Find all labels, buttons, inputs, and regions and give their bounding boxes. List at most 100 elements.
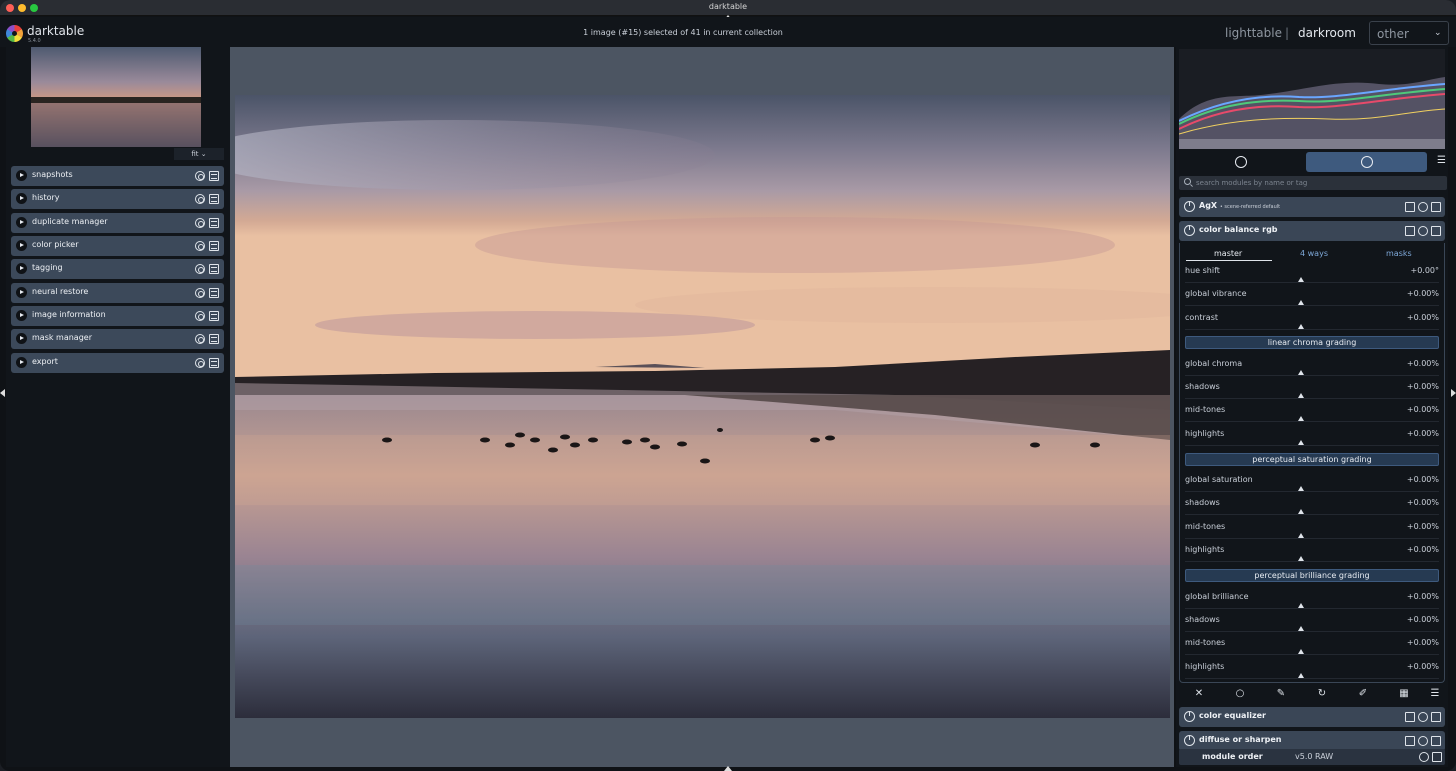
reset-icon[interactable]	[195, 171, 205, 181]
power-icon[interactable]	[1184, 225, 1195, 236]
reset-icon[interactable]	[195, 288, 205, 298]
multi-instance-icon[interactable]	[1405, 736, 1415, 746]
slider-global-brilliance[interactable]: global brilliance +0.00%	[1185, 590, 1439, 613]
slider-global-vibrance[interactable]: global vibrance +0.00%	[1185, 287, 1439, 310]
reset-icon[interactable]	[1418, 736, 1428, 746]
slider-saturation-midtones[interactable]: mid-tones +0.00%	[1185, 520, 1439, 543]
view-lighttable[interactable]: lighttable	[1225, 26, 1282, 40]
reset-icon[interactable]	[195, 218, 205, 228]
module-agx[interactable]: AgX • scene-referred default	[1179, 197, 1445, 217]
parametric-mask-icon[interactable]: ↻	[1316, 688, 1328, 700]
slider-brilliance-highlights[interactable]: highlights +0.00%	[1185, 660, 1439, 683]
slider-global-chroma[interactable]: global chroma +0.00%	[1185, 357, 1439, 380]
presets-icon[interactable]	[1431, 736, 1441, 746]
module-history[interactable]: history	[11, 189, 224, 209]
zoom-fit-dropdown[interactable]: fit ⌄	[174, 148, 224, 160]
tab-4-ways[interactable]: 4 ways	[1300, 249, 1328, 258]
raster-mask-icon[interactable]: ▦	[1398, 688, 1410, 700]
presets-icon[interactable]	[209, 334, 219, 344]
navigation-thumbnail[interactable]	[31, 47, 201, 147]
menu-icon[interactable]: ☰	[1437, 155, 1446, 166]
module-color-balance-rgb[interactable]: color balance rgb	[1179, 221, 1445, 241]
slider-marker[interactable]	[1298, 603, 1304, 608]
slider-brilliance-midtones[interactable]: mid-tones +0.00%	[1185, 636, 1439, 659]
search-input[interactable]	[1196, 176, 1436, 190]
module-neural-restore[interactable]: neural restore	[11, 283, 224, 303]
slider-marker[interactable]	[1298, 277, 1304, 282]
collapse-right-panel-arrow[interactable]	[1451, 389, 1456, 397]
reset-icon[interactable]	[195, 241, 205, 251]
power-icon[interactable]	[1184, 735, 1195, 746]
power-icon[interactable]	[1235, 156, 1247, 168]
presets-icon[interactable]	[209, 288, 219, 298]
presets-icon[interactable]	[209, 171, 219, 181]
tab-master[interactable]: master	[1214, 249, 1242, 258]
slider-marker[interactable]	[1298, 370, 1304, 375]
slider-marker[interactable]	[1298, 626, 1304, 631]
multi-instance-icon[interactable]	[1405, 226, 1415, 236]
histogram[interactable]	[1179, 49, 1445, 149]
section-perceptual-brilliance[interactable]: perceptual brilliance grading	[1185, 569, 1439, 582]
module-snapshots[interactable]: snapshots	[11, 166, 224, 186]
presets-icon[interactable]	[1432, 752, 1442, 762]
slider-marker[interactable]	[1298, 556, 1304, 561]
reset-icon[interactable]	[1418, 202, 1428, 212]
module-duplicate-manager[interactable]: duplicate manager	[11, 213, 224, 233]
slider-marker[interactable]	[1298, 509, 1304, 514]
tab-masks[interactable]: masks	[1386, 249, 1412, 258]
slider-marker[interactable]	[1298, 440, 1304, 445]
slider-chroma-shadows[interactable]: shadows +0.00%	[1185, 380, 1439, 403]
reset-icon[interactable]	[195, 334, 205, 344]
uniform-mask-icon[interactable]: ○	[1234, 688, 1246, 700]
section-linear-chroma[interactable]: linear chroma grading	[1185, 336, 1439, 349]
slider-marker[interactable]	[1298, 300, 1304, 305]
slider-brilliance-shadows[interactable]: shadows +0.00%	[1185, 613, 1439, 636]
power-icon[interactable]	[1184, 711, 1195, 722]
presets-icon[interactable]	[209, 358, 219, 368]
mask-off-icon[interactable]: ✕	[1193, 688, 1205, 700]
slider-hue-shift[interactable]: hue shift +0.00°	[1185, 264, 1439, 287]
slider-contrast[interactable]: contrast +0.00%	[1185, 311, 1439, 334]
slider-saturation-shadows[interactable]: shadows +0.00%	[1185, 496, 1439, 519]
presets-icon[interactable]	[209, 264, 219, 274]
reset-icon[interactable]	[195, 311, 205, 321]
reset-icon[interactable]	[1418, 712, 1428, 722]
section-perceptual-saturation[interactable]: perceptual saturation grading	[1185, 453, 1439, 466]
presets-icon[interactable]	[209, 241, 219, 251]
slider-marker[interactable]	[1298, 673, 1304, 678]
slider-saturation-highlights[interactable]: highlights +0.00%	[1185, 543, 1439, 566]
module-diffuse-sharpen[interactable]: diffuse or sharpen	[1179, 731, 1445, 751]
power-icon[interactable]	[1184, 201, 1195, 212]
module-tagging[interactable]: tagging	[11, 259, 224, 279]
multi-instance-icon[interactable]	[1405, 202, 1415, 212]
slider-chroma-highlights[interactable]: highlights +0.00%	[1185, 427, 1439, 450]
presets-icon[interactable]	[209, 194, 219, 204]
presets-icon[interactable]	[1431, 712, 1441, 722]
slider-global-saturation[interactable]: global saturation +0.00%	[1185, 473, 1439, 496]
reset-icon[interactable]	[1419, 752, 1429, 762]
module-order-bar[interactable]: module order v5.0 RAW	[1179, 749, 1445, 765]
module-color-picker[interactable]: color picker	[11, 236, 224, 256]
presets-icon[interactable]	[209, 311, 219, 321]
slider-marker[interactable]	[1298, 393, 1304, 398]
reset-icon[interactable]	[195, 264, 205, 274]
multi-instance-icon[interactable]	[1405, 712, 1415, 722]
module-mask-manager[interactable]: mask manager	[11, 329, 224, 349]
presets-icon[interactable]	[1431, 226, 1441, 236]
presets-icon[interactable]	[1431, 202, 1441, 212]
main-photo[interactable]	[235, 95, 1170, 718]
module-export[interactable]: export	[11, 353, 224, 373]
collapse-left-panel-arrow[interactable]	[0, 389, 5, 397]
reset-icon[interactable]	[195, 194, 205, 204]
slider-marker[interactable]	[1298, 486, 1304, 491]
slider-marker[interactable]	[1298, 533, 1304, 538]
view-other-dropdown[interactable]: other ⌄	[1369, 21, 1449, 45]
view-darkroom[interactable]: darkroom	[1298, 26, 1356, 40]
slider-marker[interactable]	[1298, 416, 1304, 421]
drawn-mask-icon[interactable]: ✎	[1275, 688, 1287, 700]
slider-marker[interactable]	[1298, 649, 1304, 654]
slider-marker[interactable]	[1298, 324, 1304, 329]
module-color-equalizer[interactable]: color equalizer	[1179, 707, 1445, 727]
blend-menu-icon[interactable]: ☰	[1429, 688, 1441, 700]
presets-icon[interactable]	[209, 218, 219, 228]
